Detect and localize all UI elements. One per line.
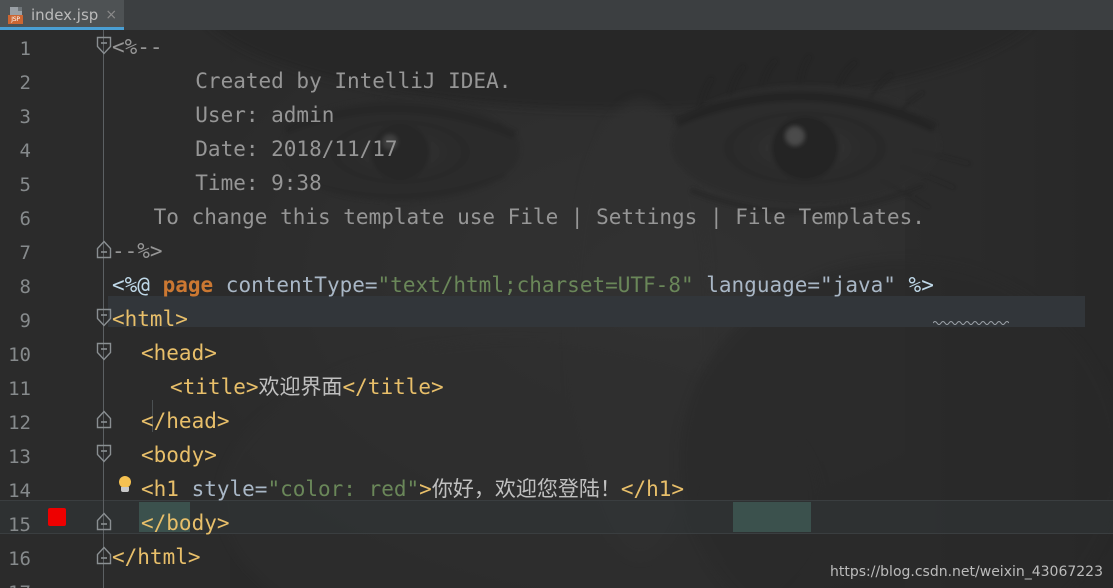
code-line: </body>	[141, 506, 230, 540]
code-line: Time: 9:38	[170, 166, 322, 200]
code-token: </body>	[141, 511, 230, 535]
jsp-file-icon: JSP	[8, 6, 25, 24]
code-line: User: admin	[170, 98, 334, 132]
code-token: page	[162, 273, 214, 297]
code-token: <h1	[141, 477, 179, 501]
code-token: "java"	[820, 273, 896, 297]
code-line: <%--	[112, 30, 163, 64]
code-token: <%@	[112, 273, 163, 297]
code-token: </title>	[342, 375, 444, 399]
code-token: Time: 9:38	[170, 171, 322, 195]
code-text-layer[interactable]: <%-- Created by IntelliJ IDEA. User: adm…	[0, 30, 1113, 588]
code-line: --%>	[112, 234, 163, 268]
tab-index-jsp[interactable]: JSP index.jsp ×	[0, 0, 124, 30]
code-token: 欢迎界面	[258, 375, 343, 399]
code-token: <html>	[112, 307, 188, 331]
code-token: >	[419, 477, 432, 501]
watermark-url: https://blog.csdn.net/weixin_43067223	[829, 564, 1103, 580]
code-token: Date: 2018/11/17	[170, 137, 398, 161]
active-tab-underline	[0, 27, 124, 30]
tab-label: index.jsp	[31, 6, 99, 24]
editor-tab-bar: JSP index.jsp ×	[0, 0, 1113, 30]
code-token: <head>	[141, 341, 217, 365]
code-line: <head>	[141, 336, 217, 370]
code-line: </head>	[141, 404, 230, 438]
code-token: </h1>	[620, 477, 685, 501]
code-token: 你好，欢迎您登陆！	[431, 477, 621, 501]
close-icon[interactable]: ×	[105, 8, 117, 22]
code-token: <title>	[170, 375, 259, 399]
tab-bar-background	[0, 0, 1113, 30]
code-line: Date: 2018/11/17	[170, 132, 398, 166]
code-token: language=	[693, 273, 821, 297]
code-line: <body>	[141, 438, 217, 472]
code-line: </html>	[112, 540, 201, 574]
code-line: Created by IntelliJ IDEA.	[170, 64, 511, 98]
code-token: Created by IntelliJ IDEA.	[170, 69, 512, 93]
code-editor[interactable]: 1 2 3 4 5 6 7 8 9 10 11 12 13 14 15 16 1…	[0, 30, 1113, 588]
code-line: <html>	[112, 302, 188, 336]
code-token: User: admin	[170, 103, 335, 127]
code-token: contentType=	[213, 273, 378, 297]
code-token: --%>	[112, 239, 163, 263]
code-line: <%@ page contentType="text/html;charset=…	[112, 268, 934, 302]
code-line: <h1 style="color: red">你好，欢迎您登陆！</h1>	[141, 472, 684, 506]
code-token: </head>	[141, 409, 230, 433]
code-token: "text/html;charset=UTF-8"	[377, 273, 694, 297]
code-token: <body>	[141, 443, 217, 467]
ide-window: JSP index.jsp × 1 2 3 4 5 6 7 8 9 10 11 …	[0, 0, 1113, 588]
code-token: <%--	[112, 35, 163, 59]
code-token: "color: red"	[267, 477, 420, 501]
jsp-icon-badge-label: JSP	[8, 14, 23, 24]
code-token: To change this template use File | Setti…	[141, 205, 925, 229]
code-token: %>	[895, 273, 934, 297]
code-token: style=	[178, 477, 268, 501]
code-line: <title>欢迎界面</title>	[170, 370, 444, 404]
warning-squiggle	[933, 320, 1009, 325]
code-token: </html>	[112, 545, 201, 569]
code-line: To change this template use File | Setti…	[141, 200, 925, 234]
